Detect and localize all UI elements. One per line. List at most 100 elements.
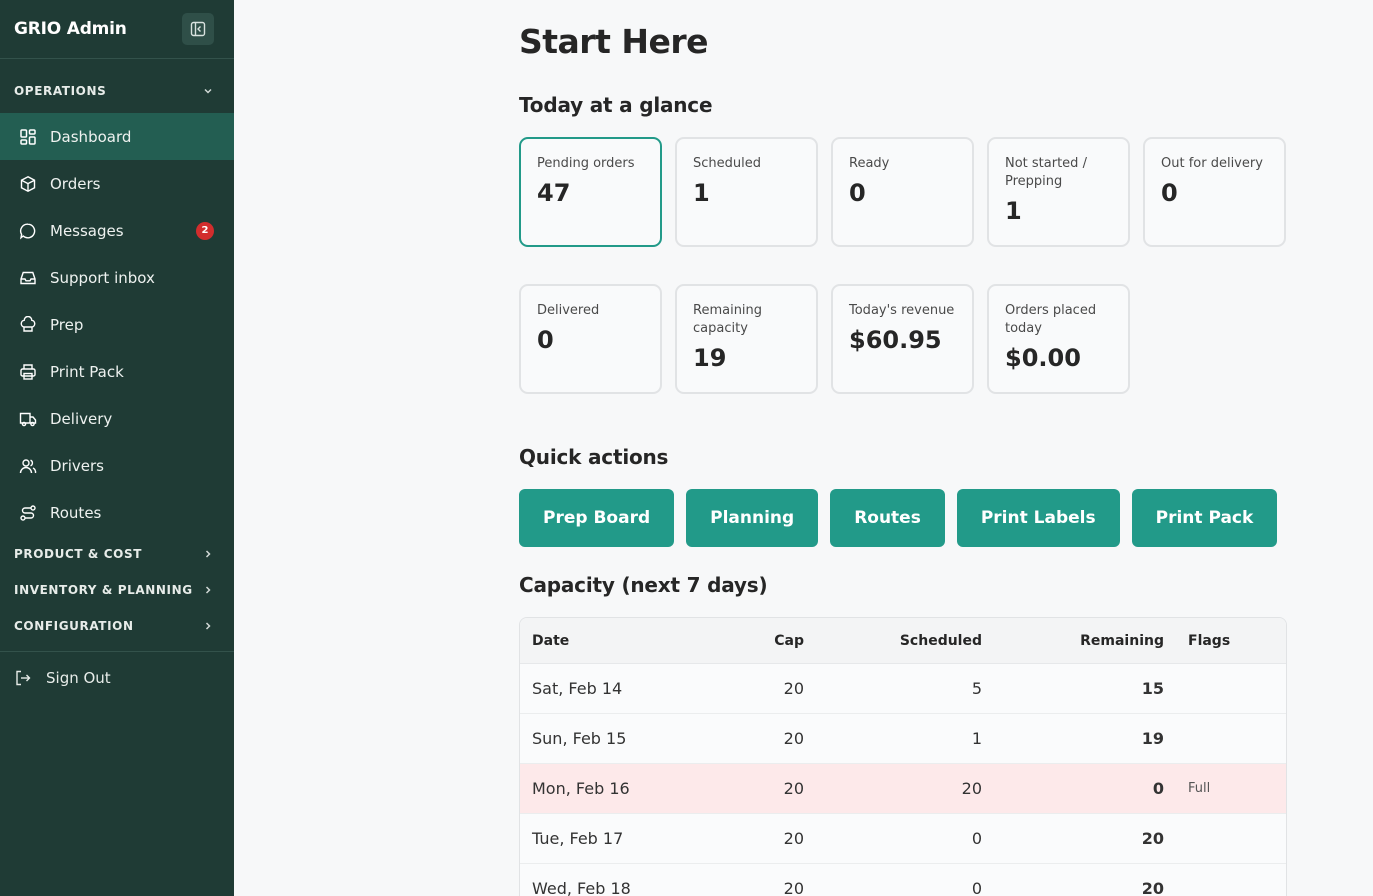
stat-label: Remaining capacity bbox=[693, 303, 763, 336]
chevron-right-icon bbox=[205, 622, 211, 630]
cell-scheduled: 0 bbox=[971, 829, 982, 848]
sidebar-item-drivers[interactable]: Drivers bbox=[0, 442, 234, 489]
stat-label: Ready bbox=[849, 156, 890, 171]
cell-remaining: 15 bbox=[1141, 679, 1164, 698]
stat-value: $60.95 bbox=[849, 326, 942, 354]
table-row-full: Mon, Feb 16 20 20 0 Full bbox=[520, 764, 1286, 814]
stat-card-delivered[interactable]: Delivered 0 bbox=[519, 284, 662, 394]
prep-board-button[interactable]: Prep Board bbox=[519, 489, 675, 547]
section-operations-label: OPERATIONS bbox=[14, 84, 107, 98]
sidebar-header: GRIO Admin bbox=[0, 0, 234, 59]
cell-flags: Full bbox=[1188, 781, 1211, 796]
section-inventory-planning[interactable]: INVENTORY & PLANNING bbox=[0, 572, 234, 608]
brand-title: GRIO Admin bbox=[14, 19, 127, 39]
stat-card-orders-placed-today[interactable]: Orders placed today $0.00 bbox=[987, 284, 1130, 394]
stat-value: 0 bbox=[1161, 179, 1178, 207]
stat-card-todays-revenue[interactable]: Today's revenue $60.95 bbox=[831, 284, 974, 394]
chef-hat-icon bbox=[18, 315, 38, 335]
sign-out-button[interactable]: Sign Out bbox=[0, 652, 234, 704]
inbox-icon bbox=[18, 268, 38, 288]
capacity-table: Date Cap Scheduled Remaining Flags Sat, … bbox=[519, 617, 1287, 896]
print-labels-button[interactable]: Print Labels bbox=[956, 489, 1120, 547]
section-operations[interactable]: OPERATIONS bbox=[0, 69, 234, 113]
stat-label: Not started / Prepping bbox=[1005, 156, 1087, 189]
sidebar-item-dashboard[interactable]: Dashboard bbox=[0, 113, 234, 160]
stat-label: Pending orders bbox=[537, 156, 635, 171]
cell-remaining: 19 bbox=[1141, 729, 1164, 748]
table-row: Tue, Feb 17 20 0 20 bbox=[520, 814, 1286, 864]
table-header: Date Cap Scheduled Remaining Flags bbox=[520, 618, 1286, 664]
sidebar-item-prep[interactable]: Prep bbox=[0, 301, 234, 348]
cell-cap: 20 bbox=[783, 879, 804, 896]
chat-icon bbox=[18, 221, 38, 241]
column-header-cap[interactable]: Cap bbox=[710, 633, 804, 649]
cell-cap: 20 bbox=[783, 779, 804, 798]
stat-card-scheduled[interactable]: Scheduled 1 bbox=[675, 137, 818, 247]
capacity-heading: Capacity (next 7 days) bbox=[519, 573, 768, 597]
stat-card-pending-orders[interactable]: Pending orders 47 bbox=[519, 137, 662, 247]
sidebar-item-label: Messages bbox=[50, 221, 124, 240]
sidebar-item-print-pack[interactable]: Print Pack bbox=[0, 348, 234, 395]
stat-value: 1 bbox=[1005, 197, 1022, 225]
column-header-flags[interactable]: Flags bbox=[1164, 633, 1230, 649]
planning-button[interactable]: Planning bbox=[686, 489, 819, 547]
sign-out-icon bbox=[14, 668, 34, 688]
section-configuration[interactable]: CONFIGURATION bbox=[0, 608, 234, 644]
sidebar-item-label: Prep bbox=[50, 315, 84, 334]
section-configuration-label: CONFIGURATION bbox=[14, 619, 134, 633]
sidebar-item-routes[interactable]: Routes bbox=[0, 489, 234, 536]
stat-card-remaining-capacity[interactable]: Remaining capacity 19 bbox=[675, 284, 818, 394]
messages-count-badge: 2 bbox=[196, 221, 214, 240]
sidebar: GRIO Admin OPERATIONS Dashboard Orders M… bbox=[0, 0, 234, 896]
cell-scheduled: 1 bbox=[971, 729, 982, 748]
stat-value: 0 bbox=[849, 179, 866, 207]
cell-date: Tue, Feb 17 bbox=[532, 829, 624, 848]
print-pack-button[interactable]: Print Pack bbox=[1131, 489, 1278, 547]
section-product-cost-label: PRODUCT & COST bbox=[14, 547, 142, 561]
table-row: Wed, Feb 18 20 0 20 bbox=[520, 864, 1286, 896]
sidebar-item-label: Routes bbox=[50, 503, 102, 522]
sidebar-item-label: Print Pack bbox=[50, 362, 124, 381]
users-icon bbox=[18, 456, 38, 476]
stat-card-out-for-delivery[interactable]: Out for delivery 0 bbox=[1143, 137, 1286, 247]
cell-remaining: 0 bbox=[1152, 779, 1164, 798]
stat-label: Today's revenue bbox=[849, 303, 955, 318]
stat-value: 47 bbox=[537, 179, 571, 207]
chevron-right-icon bbox=[205, 586, 211, 594]
sidebar-item-label: Dashboard bbox=[50, 127, 132, 146]
stat-value: 19 bbox=[693, 344, 727, 372]
cell-cap: 20 bbox=[783, 679, 804, 698]
stat-value: 0 bbox=[537, 326, 554, 354]
chevron-right-icon bbox=[205, 550, 211, 558]
sidebar-item-delivery[interactable]: Delivery bbox=[0, 395, 234, 442]
column-header-remaining[interactable]: Remaining bbox=[982, 633, 1164, 649]
section-product-cost[interactable]: PRODUCT & COST bbox=[0, 536, 234, 572]
cell-date: Sat, Feb 14 bbox=[532, 679, 623, 698]
sign-out-label: Sign Out bbox=[46, 669, 111, 687]
glance-heading: Today at a glance bbox=[519, 93, 713, 117]
routes-button[interactable]: Routes bbox=[830, 489, 945, 547]
column-header-scheduled[interactable]: Scheduled bbox=[804, 633, 982, 649]
cell-date: Mon, Feb 16 bbox=[532, 779, 630, 798]
sidebar-item-orders[interactable]: Orders bbox=[0, 160, 234, 207]
stat-label: Scheduled bbox=[693, 156, 761, 171]
cell-scheduled: 20 bbox=[961, 779, 982, 798]
cell-date: Sun, Feb 15 bbox=[532, 729, 627, 748]
stat-value: 1 bbox=[693, 179, 710, 207]
sidebar-item-support-inbox[interactable]: Support inbox bbox=[0, 254, 234, 301]
cell-cap: 20 bbox=[783, 729, 804, 748]
stat-cards-row-2: Delivered 0 Remaining capacity 19 Today'… bbox=[519, 284, 1130, 394]
column-header-date[interactable]: Date bbox=[520, 633, 710, 649]
route-icon bbox=[18, 503, 38, 523]
quick-actions-heading: Quick actions bbox=[519, 445, 669, 469]
stat-card-ready[interactable]: Ready 0 bbox=[831, 137, 974, 247]
sidebar-item-messages[interactable]: Messages 2 bbox=[0, 207, 234, 254]
quick-actions: Prep Board Planning Routes Print Labels … bbox=[519, 489, 1278, 547]
stat-label: Delivered bbox=[537, 303, 600, 318]
cell-remaining: 20 bbox=[1141, 829, 1164, 848]
table-row: Sun, Feb 15 20 1 19 bbox=[520, 714, 1286, 764]
collapse-sidebar-button[interactable] bbox=[182, 13, 214, 45]
page-title: Start Here bbox=[519, 22, 709, 61]
sidebar-item-label: Orders bbox=[50, 174, 101, 193]
stat-card-not-started-prepping[interactable]: Not started / Prepping 1 bbox=[987, 137, 1130, 247]
